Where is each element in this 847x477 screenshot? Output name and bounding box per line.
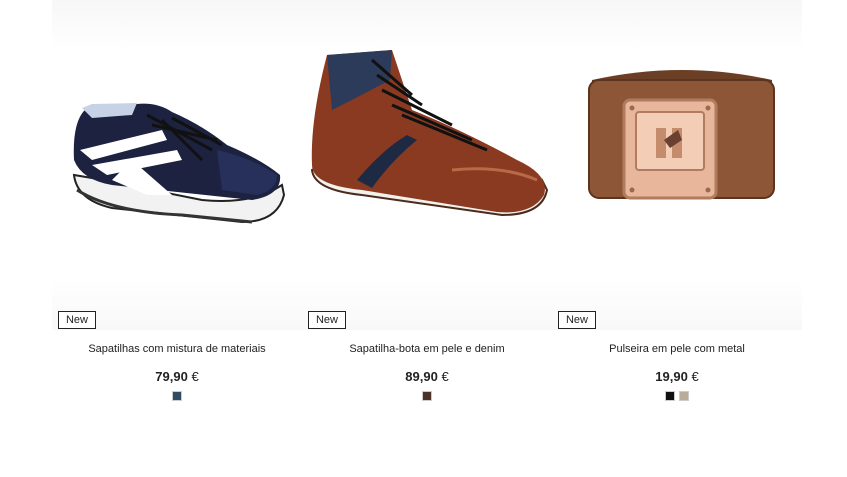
product-price: 89,90 €: [302, 369, 552, 384]
product-image[interactable]: [552, 0, 802, 330]
new-badge: New: [558, 311, 596, 329]
product-image[interactable]: [302, 0, 552, 330]
product-price: 79,90 €: [52, 369, 302, 384]
product-name[interactable]: Pulseira em pele com metal: [552, 343, 802, 355]
color-swatch[interactable]: [679, 391, 689, 401]
product-card[interactable]: New Pulseira em pele com metal 19,90 €: [552, 0, 802, 477]
color-swatches: [302, 391, 552, 401]
color-swatch[interactable]: [422, 391, 432, 401]
price-currency: €: [441, 369, 449, 384]
new-badge: New: [308, 311, 346, 329]
color-swatch[interactable]: [665, 391, 675, 401]
color-swatch[interactable]: [172, 391, 182, 401]
price-amount: 79,90: [155, 369, 188, 384]
color-swatches: [552, 391, 802, 401]
product-price: 19,90 €: [552, 369, 802, 384]
boot-icon: [310, 50, 549, 217]
bracelet-icon: [588, 70, 775, 200]
price-currency: €: [191, 369, 199, 384]
product-name[interactable]: Sapatilha-bota em pele e denim: [302, 343, 552, 355]
product-card[interactable]: New Sapatilhas com mistura de materiais …: [52, 0, 302, 477]
price-currency: €: [691, 369, 699, 384]
sneaker-icon: [72, 103, 286, 224]
color-swatches: [52, 391, 302, 401]
price-amount: 19,90: [655, 369, 688, 384]
product-grid: New Sapatilhas com mistura de materiais …: [0, 0, 847, 477]
product-image[interactable]: [52, 0, 302, 330]
product-name[interactable]: Sapatilhas com mistura de materiais: [52, 343, 302, 355]
new-badge: New: [58, 311, 96, 329]
product-card[interactable]: New Sapatilha-bota em pele e denim 89,90…: [302, 0, 552, 477]
price-amount: 89,90: [405, 369, 438, 384]
